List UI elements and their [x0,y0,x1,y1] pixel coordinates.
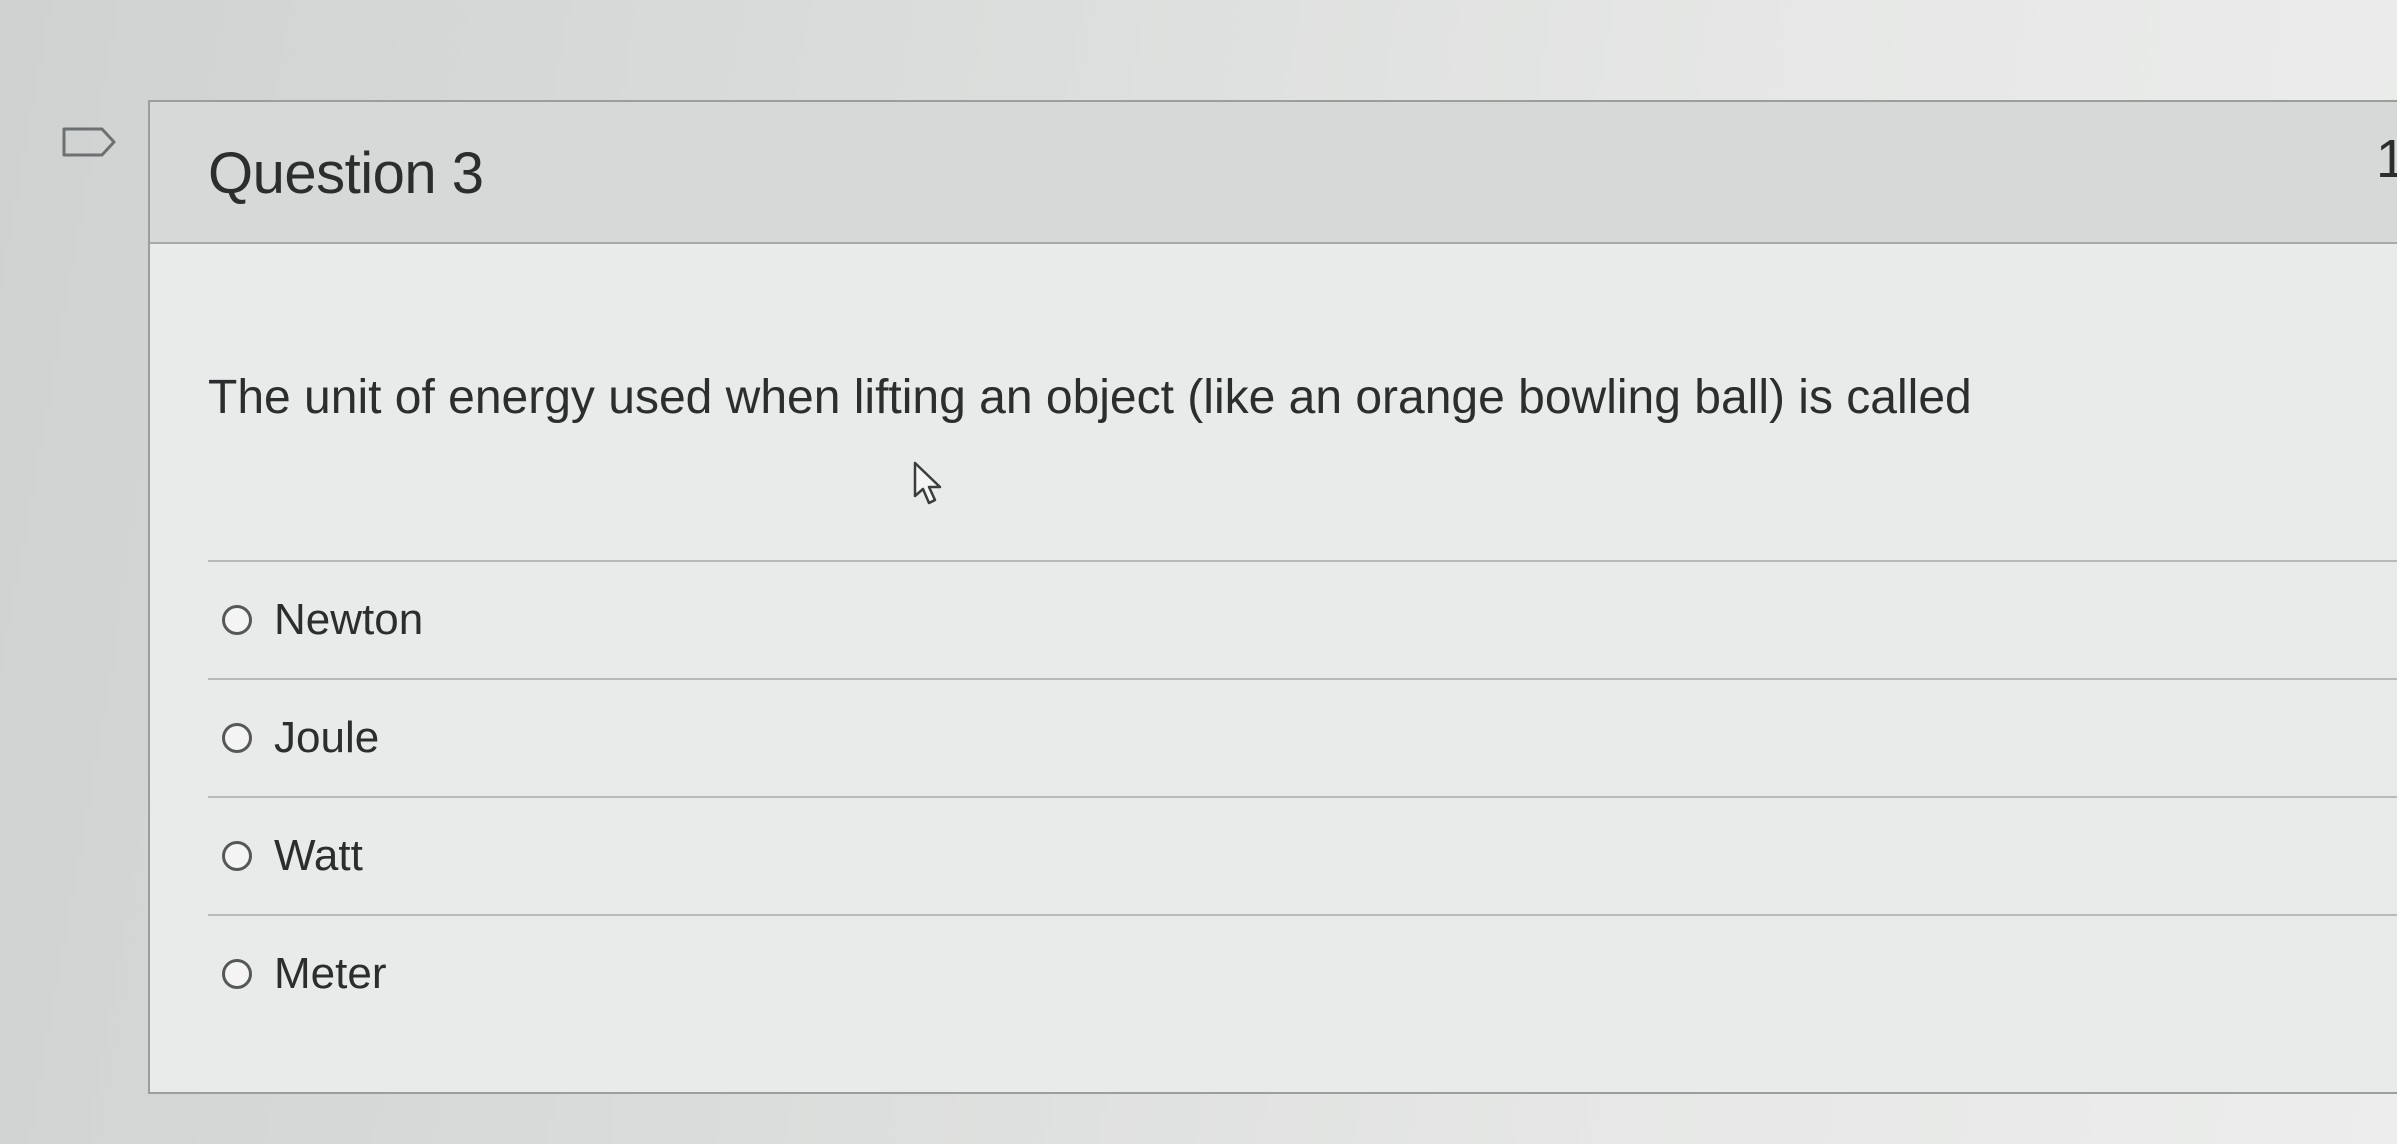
flag-question-icon[interactable] [62,127,116,157]
answer-label: Newton [274,595,424,644]
radio-button[interactable] [222,723,252,753]
answer-label: Joule [274,713,380,762]
question-title: Question 3 [208,141,484,206]
radio-button[interactable] [222,841,252,871]
answer-list: Newton Joule Watt Meter [208,560,2397,1032]
answer-option-meter[interactable]: Meter [208,914,2397,1032]
question-points: 1 [2375,129,2397,189]
question-card: Question 3 1 The unit of energy used whe… [148,100,2397,1094]
answer-option-newton[interactable]: Newton [208,560,2397,678]
answer-label: Watt [274,831,363,880]
question-text: The unit of energy used when lifting an … [208,371,1972,424]
quiz-screen: Question 3 1 The unit of energy used whe… [0,0,2397,1144]
answer-option-joule[interactable]: Joule [208,678,2397,796]
answer-option-watt[interactable]: Watt [208,796,2397,914]
mouse-pointer-icon [913,461,942,505]
answer-label: Meter [274,949,387,998]
question-header: Question 3 1 [150,102,2397,244]
radio-button[interactable] [222,959,252,989]
radio-button[interactable] [222,605,252,635]
